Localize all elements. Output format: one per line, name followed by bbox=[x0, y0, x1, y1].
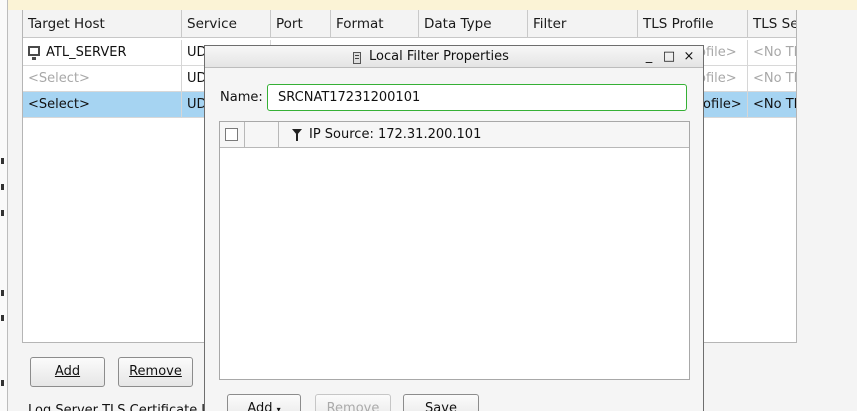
target-host-value: ATL_SERVER bbox=[46, 45, 127, 60]
filter-spacer-column bbox=[245, 122, 279, 148]
dialog-remove-button[interactable]: Remove bbox=[315, 394, 391, 411]
column-header-format[interactable]: Format bbox=[331, 10, 419, 38]
filter-condition-text: IP Source: 172.31.200.101 bbox=[309, 127, 482, 142]
edge-mark bbox=[1, 158, 4, 164]
column-header-filter[interactable]: Filter bbox=[528, 10, 638, 38]
remove-button-label: Remove bbox=[129, 364, 182, 379]
local-filter-properties-dialog: Local Filter Properties _ □ × Name: IP S… bbox=[204, 45, 704, 411]
filter-checkbox[interactable] bbox=[225, 128, 238, 141]
column-header-tls-profile[interactable]: TLS Profile bbox=[638, 10, 748, 38]
column-header-port[interactable]: Port bbox=[271, 10, 331, 38]
tls-profile-cell[interactable]: ofile> bbox=[698, 66, 748, 92]
left-panel-edge bbox=[0, 0, 8, 411]
filter-row[interactable]: IP Source: 172.31.200.101 bbox=[220, 122, 689, 148]
column-header-service[interactable]: Service bbox=[182, 10, 271, 38]
edge-mark bbox=[1, 380, 4, 386]
top-info-strip bbox=[0, 0, 857, 10]
target-host-cell[interactable]: ATL_SERVER bbox=[23, 40, 182, 66]
dialog-titlebar[interactable]: Local Filter Properties _ □ × bbox=[205, 46, 703, 68]
minimize-icon[interactable]: _ bbox=[642, 46, 656, 68]
column-header-tls-server[interactable]: TLS Ser bbox=[748, 10, 796, 38]
remove-button[interactable]: Remove bbox=[118, 357, 193, 387]
dialog-add-label: Add bbox=[247, 401, 273, 411]
application-window: Target Host Service Port Format Data Typ… bbox=[0, 0, 857, 411]
dialog-add-menu-button[interactable]: Add ▾ bbox=[227, 394, 301, 411]
name-label: Name: bbox=[220, 90, 263, 105]
dialog-save-button[interactable]: Save bbox=[403, 394, 479, 411]
tls-server-cell[interactable]: <No TLS bbox=[748, 40, 796, 66]
dialog-title: Local Filter Properties bbox=[369, 49, 509, 64]
filter-tree: IP Source: 172.31.200.101 bbox=[219, 121, 690, 380]
target-host-cell[interactable]: <Select> bbox=[23, 92, 182, 118]
tls-profile-cell[interactable]: rofile> bbox=[698, 92, 748, 118]
tls-profile-cell[interactable]: ofile> bbox=[698, 40, 748, 66]
filter-funnel-icon bbox=[292, 129, 302, 141]
document-icon bbox=[353, 52, 361, 64]
edge-mark bbox=[1, 315, 4, 321]
dropdown-arrow-icon: ▾ bbox=[276, 405, 281, 411]
close-icon[interactable]: × bbox=[682, 46, 696, 68]
add-button-label: Add bbox=[54, 364, 81, 379]
edge-mark bbox=[1, 210, 4, 216]
table-header: Target Host Service Port Format Data Typ… bbox=[23, 10, 796, 38]
computer-icon bbox=[28, 45, 40, 60]
filter-check-column bbox=[220, 122, 245, 148]
tls-certificate-label: Log Server TLS Certificate Use bbox=[28, 403, 226, 411]
tls-server-cell[interactable]: <No TLS bbox=[748, 66, 796, 92]
tls-server-cell[interactable]: <No TLS bbox=[748, 92, 796, 118]
target-host-cell[interactable]: <Select> bbox=[23, 66, 182, 92]
add-button[interactable]: Add bbox=[30, 357, 105, 387]
column-header-target-host[interactable]: Target Host bbox=[23, 10, 182, 38]
column-header-data-type[interactable]: Data Type bbox=[419, 10, 528, 38]
name-input[interactable] bbox=[267, 84, 687, 111]
edge-mark bbox=[1, 184, 4, 190]
maximize-icon[interactable]: □ bbox=[662, 46, 676, 68]
edge-mark bbox=[1, 290, 4, 296]
